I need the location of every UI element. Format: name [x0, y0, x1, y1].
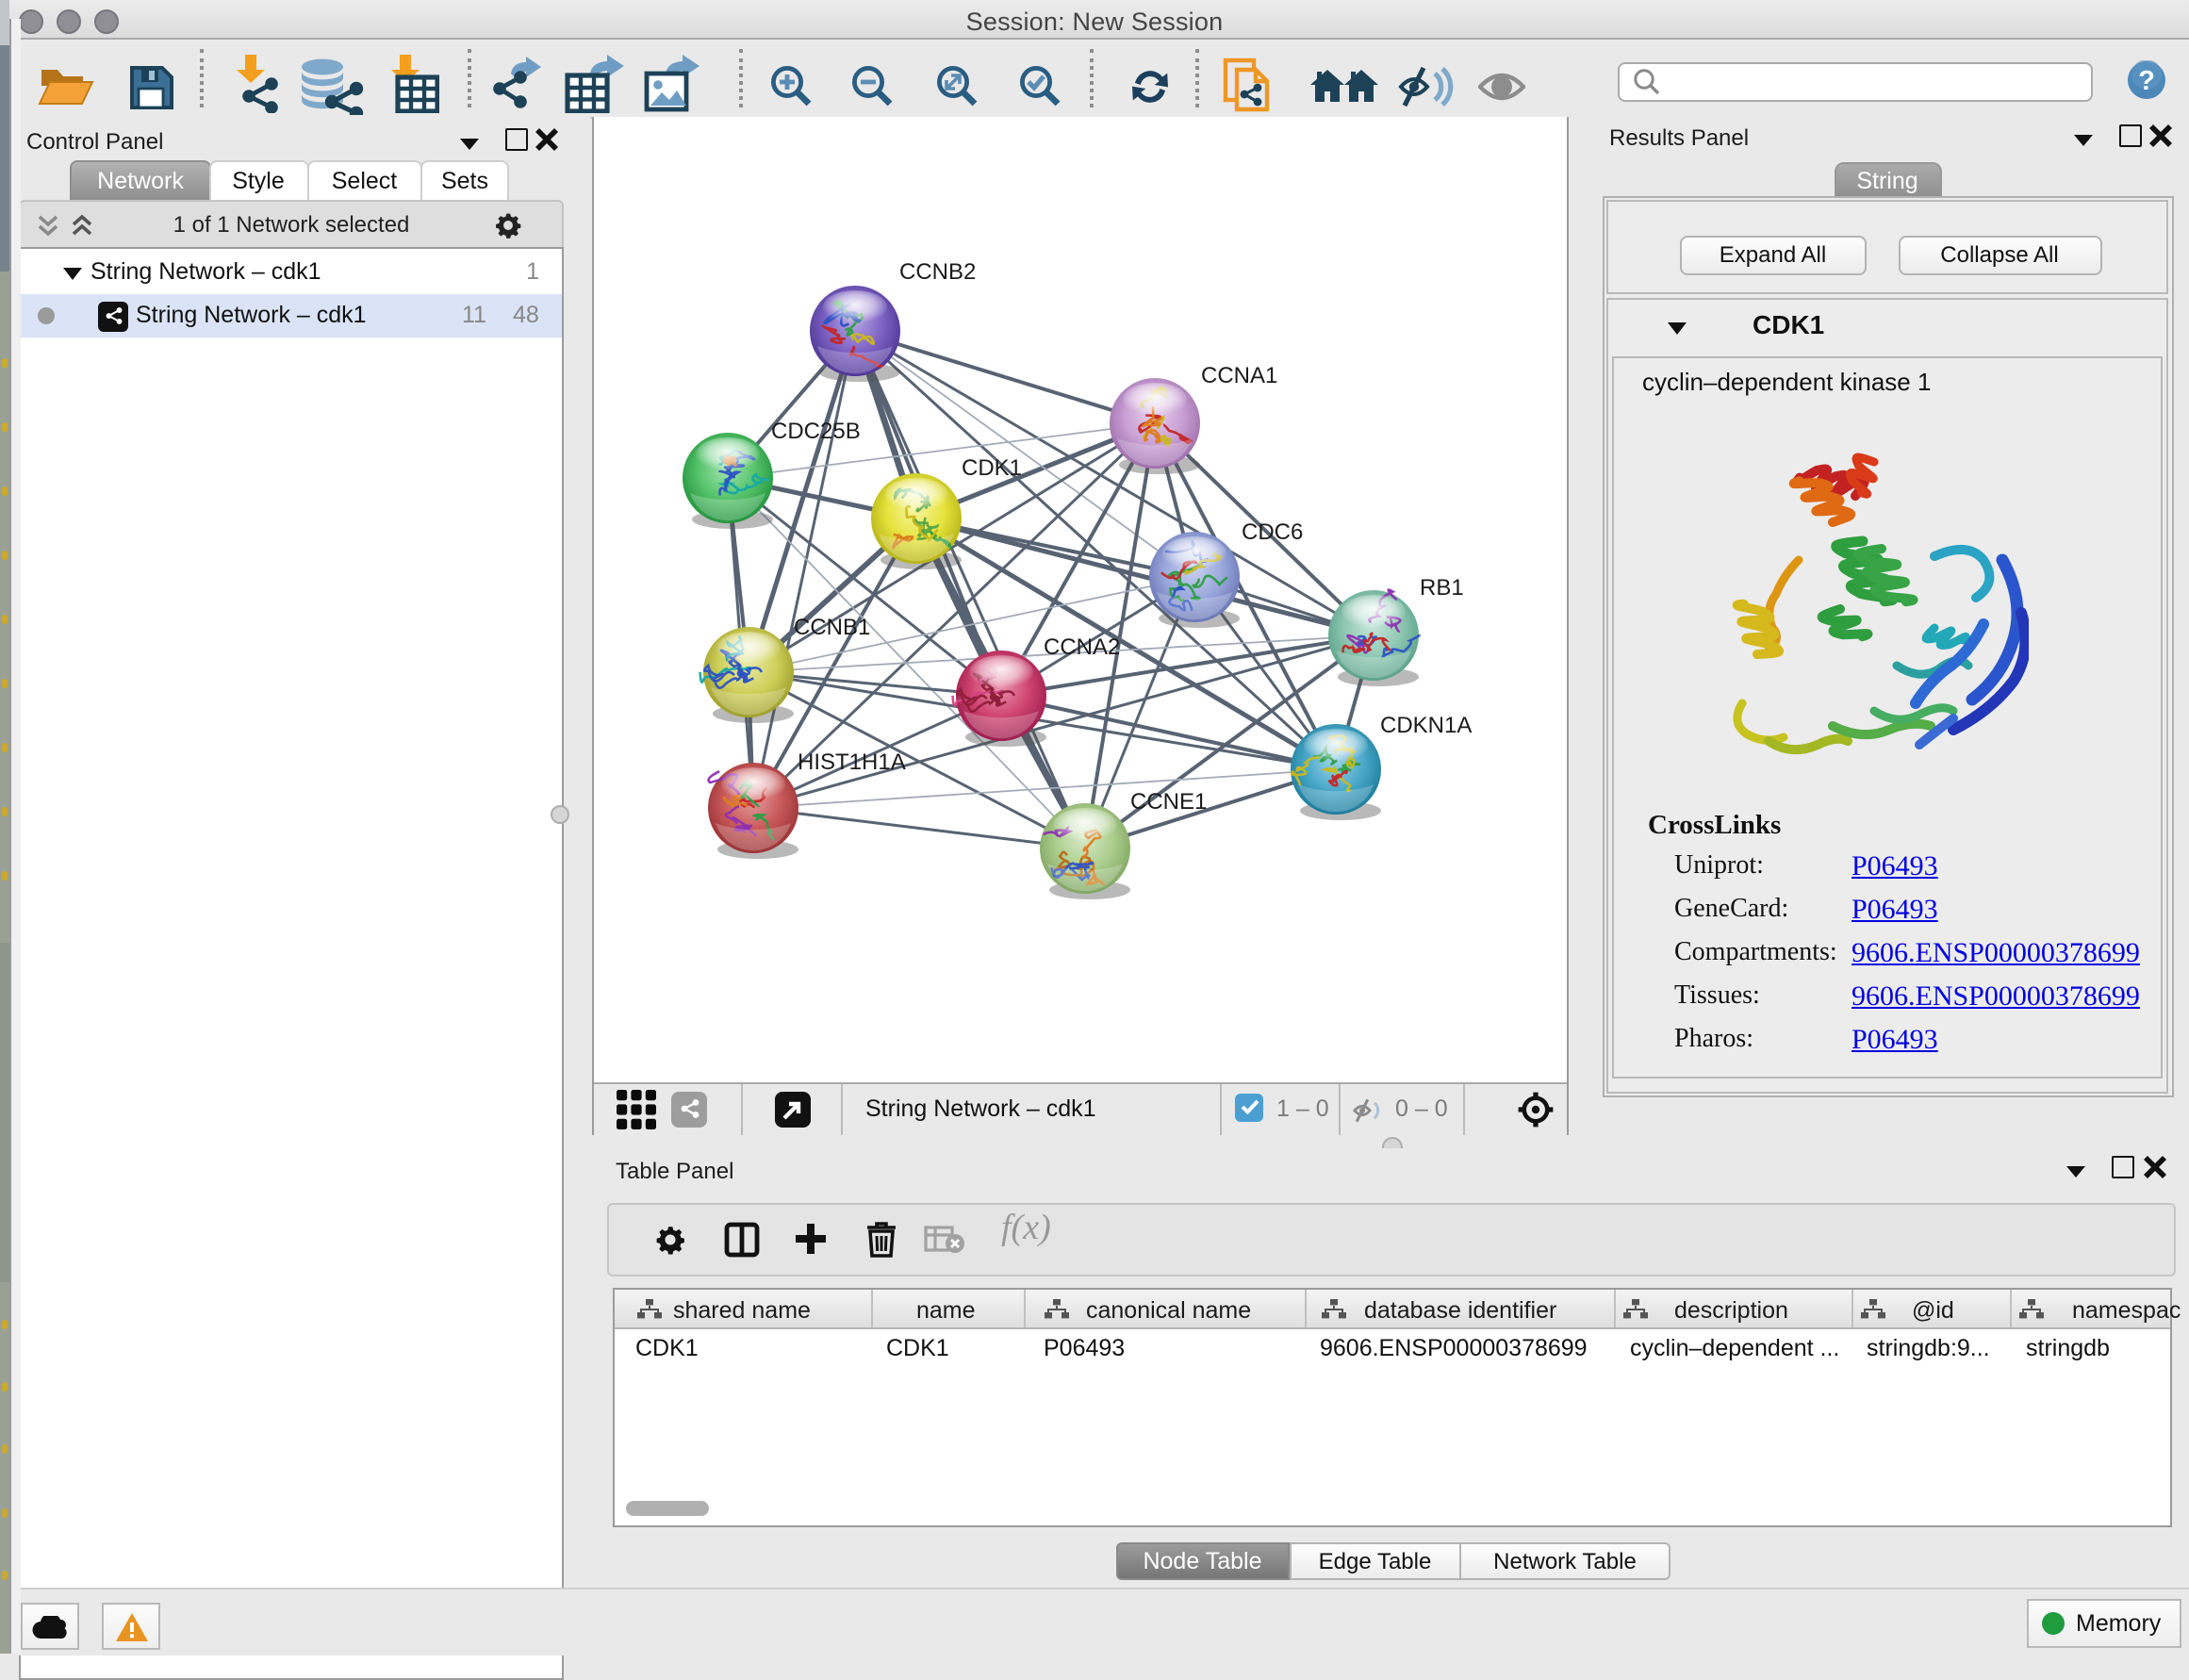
svg-text:CCNA1: CCNA1 — [1201, 363, 1277, 388]
svg-text:HIST1H1A: HIST1H1A — [798, 749, 906, 775]
svg-text:CDKN1A: CDKN1A — [1380, 713, 1472, 738]
svg-text:CCNB1: CCNB1 — [794, 615, 870, 640]
svg-text:CCNB2: CCNB2 — [899, 259, 976, 285]
svg-text:CDC25B: CDC25B — [771, 419, 861, 444]
svg-text:CDC6: CDC6 — [1242, 519, 1303, 545]
svg-text:CCNE1: CCNE1 — [1130, 789, 1207, 815]
svg-text:RB1: RB1 — [1420, 575, 1464, 601]
svg-text:CCNA2: CCNA2 — [1044, 634, 1120, 660]
svg-text:CDK1: CDK1 — [962, 455, 1022, 481]
svg-text:?: ? — [2138, 66, 2155, 96]
